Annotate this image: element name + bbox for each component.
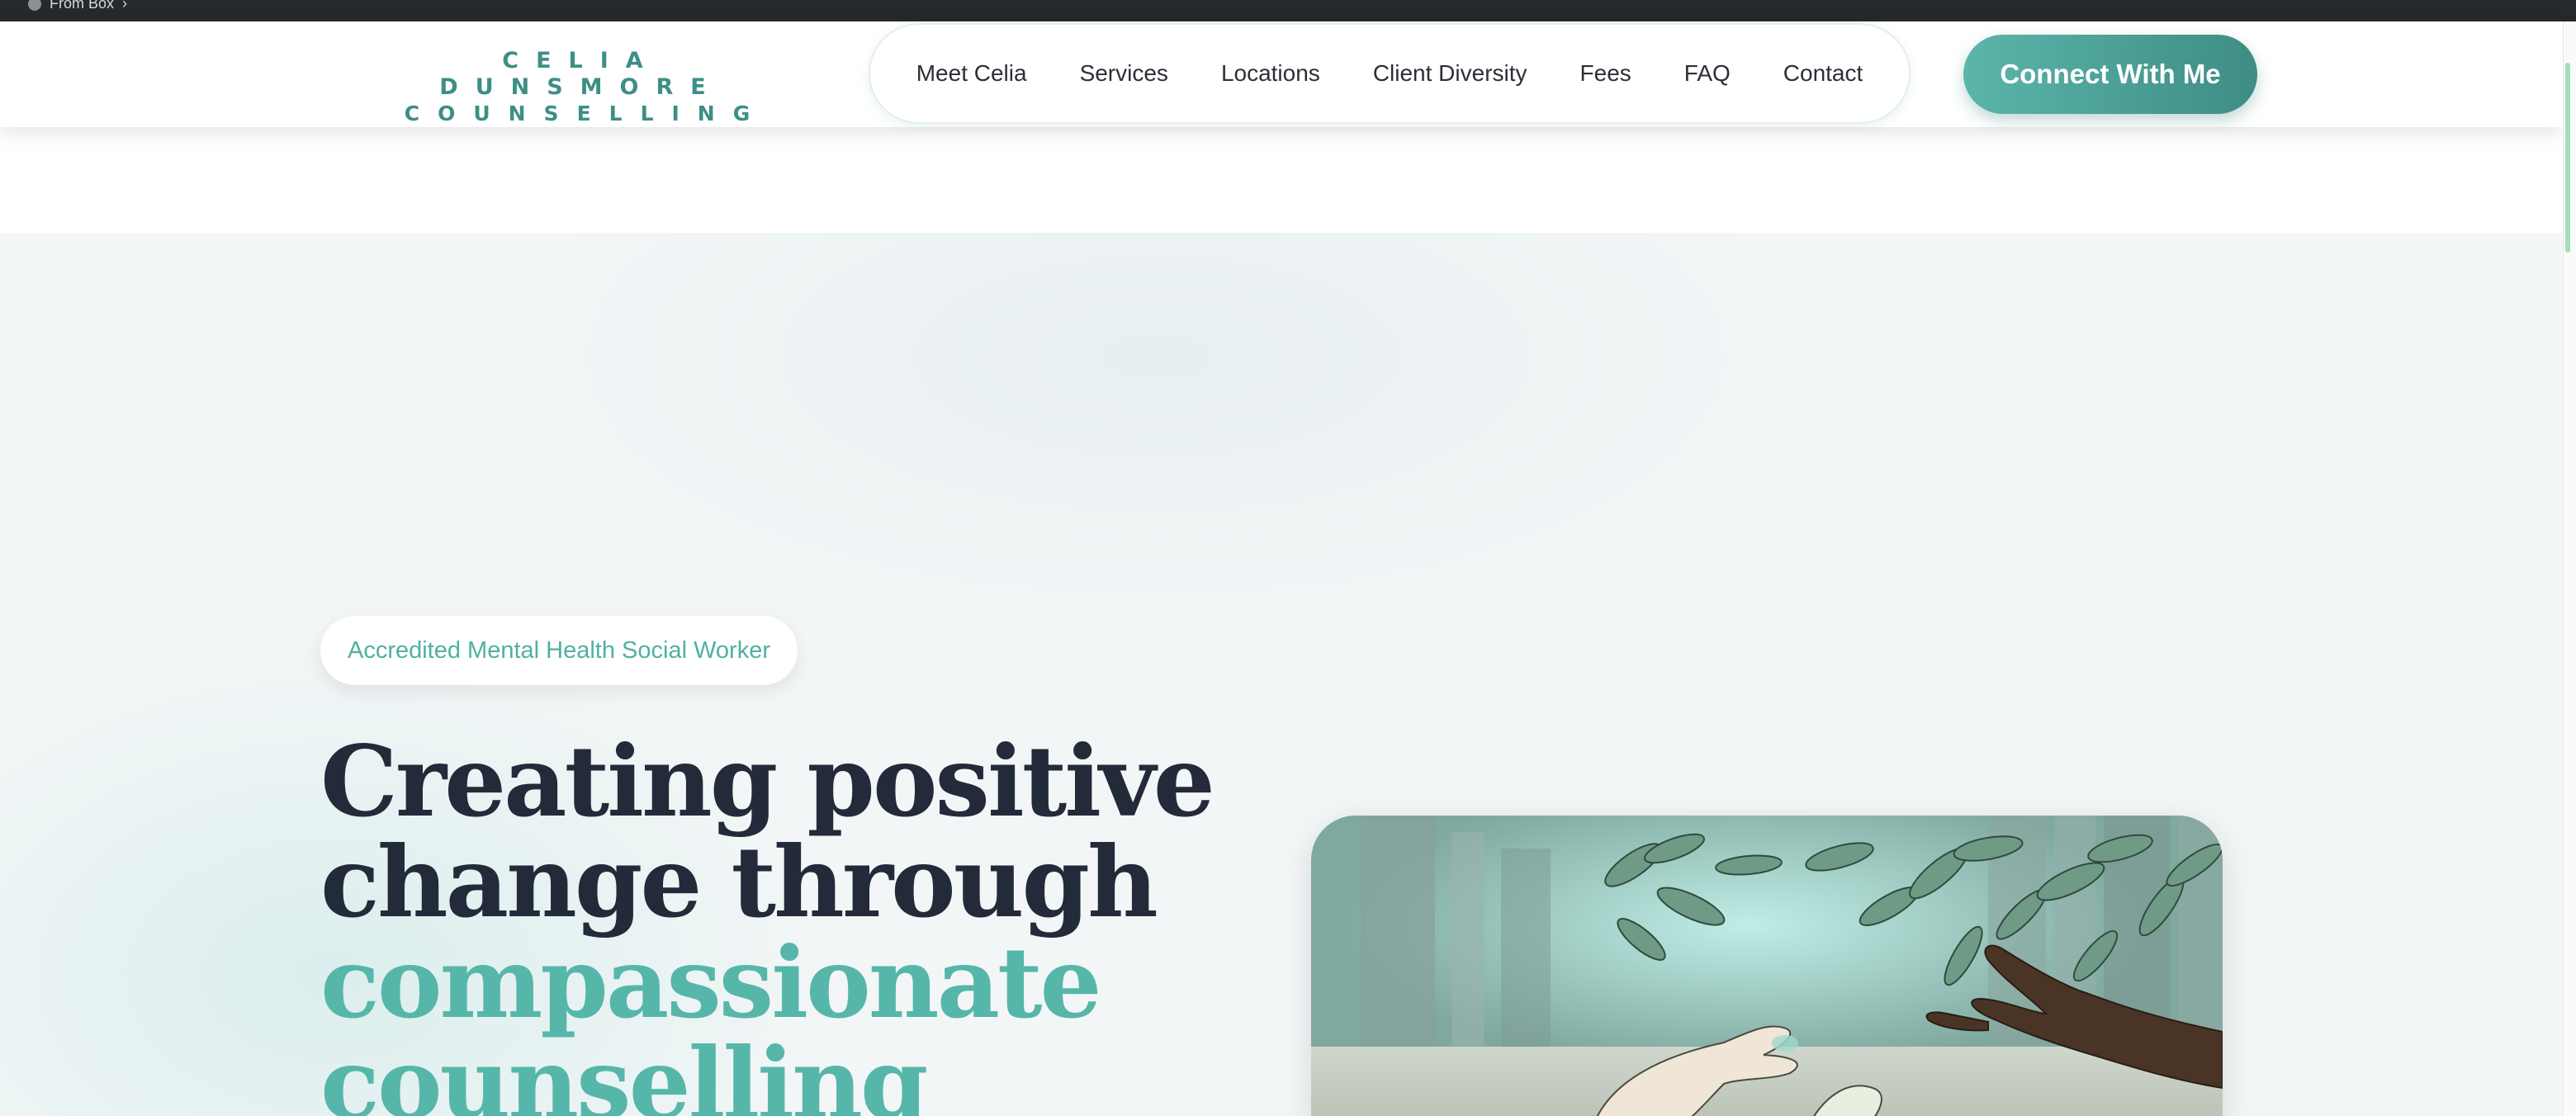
breadcrumb[interactable]: From Box ›	[28, 0, 127, 12]
credential-badge: Accredited Mental Health Social Worker	[320, 616, 798, 685]
logo-line-1: CELIA DUNSMORE	[439, 48, 723, 100]
header-spacer	[0, 127, 2563, 233]
hero-headline: Creating positive change through compass…	[320, 724, 1215, 1116]
nav-item-faq[interactable]: FAQ	[1658, 57, 1757, 90]
nav-item-client-diversity[interactable]: Client Diversity	[1347, 57, 1554, 90]
nav-item-locations[interactable]: Locations	[1195, 57, 1347, 90]
site-header: CELIA DUNSMORE COUNSELLING Meet Celia Se…	[0, 21, 2563, 127]
chevron-right-icon: ›	[122, 0, 128, 12]
headline-line-3: compassionate	[320, 925, 1102, 1040]
headline-line-2: change through	[320, 825, 1158, 939]
hands-illustration	[1311, 816, 2223, 1116]
logo-line-2: COUNSELLING	[404, 102, 769, 125]
nav-item-services[interactable]: Services	[1054, 57, 1195, 90]
nav-item-meet-celia[interactable]: Meet Celia	[890, 57, 1054, 90]
browser-top-strip: From Box ›	[0, 0, 2576, 21]
box-icon	[28, 0, 41, 11]
connect-with-me-button[interactable]: Connect With Me	[1963, 35, 2257, 114]
scrollbar-thumb[interactable]	[2565, 63, 2570, 253]
nav-item-contact[interactable]: Contact	[1757, 57, 1890, 90]
site-logo[interactable]: CELIA DUNSMORE COUNSELLING	[372, 48, 784, 127]
nav-item-fees[interactable]: Fees	[1554, 57, 1658, 90]
headline-line-1: Creating positive	[320, 724, 1215, 839]
breadcrumb-label: From Box	[50, 0, 115, 12]
hero-illustration	[1311, 816, 2223, 1116]
headline-line-4: counselling	[320, 1026, 928, 1116]
main-nav: Meet Celia Services Locations Client Div…	[869, 23, 1911, 124]
page-scrollbar[interactable]	[2563, 21, 2576, 1116]
